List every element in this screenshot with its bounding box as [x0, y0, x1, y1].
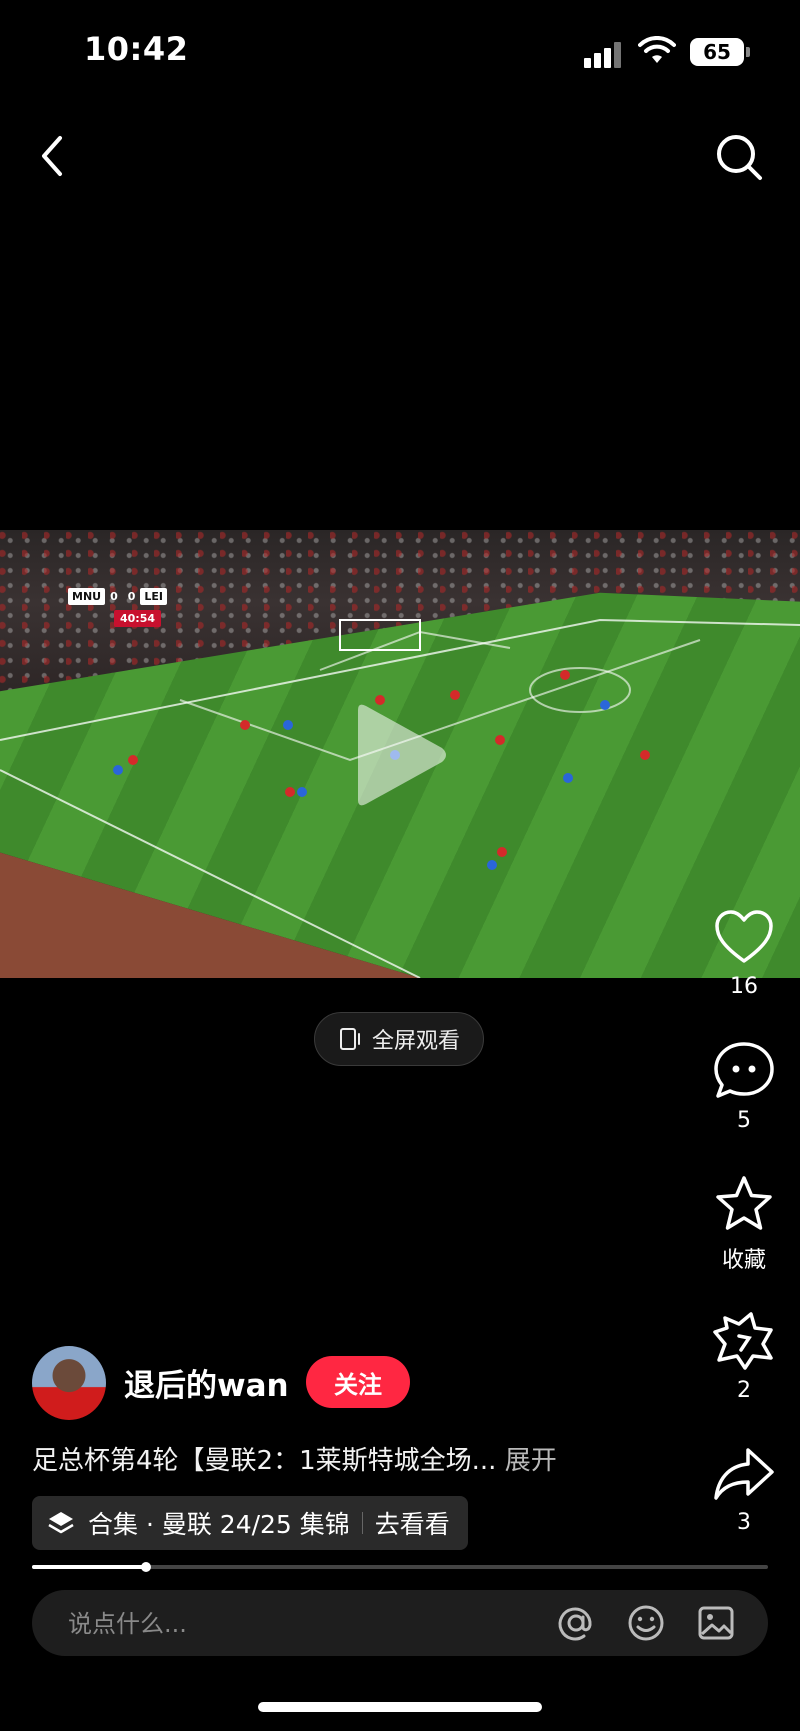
expand-link[interactable]: 展开 [505, 1446, 557, 1476]
status-time: 10:42 [84, 30, 189, 68]
battery-indicator: 65 [690, 38, 750, 66]
emoji-icon[interactable] [626, 1603, 666, 1643]
share-button[interactable]: 3 [700, 1444, 788, 1535]
scoreboard-clock: 40:54 [114, 610, 162, 627]
collection-cta[interactable]: 去看看 [375, 1505, 450, 1541]
author-name[interactable]: 退后的wan [124, 1360, 289, 1405]
comment-button[interactable]: 5 [700, 1040, 788, 1133]
video-progress[interactable] [32, 1562, 768, 1572]
gift-icon [713, 1312, 773, 1370]
video-description[interactable]: 足总杯第4轮【曼联2：1莱斯特城全场... 展开 [32, 1440, 557, 1477]
comment-bar [32, 1590, 768, 1658]
scoreboard: MNU 0 0 LEI 40:54 [68, 586, 168, 627]
gift-count: 2 [737, 1378, 751, 1403]
layers-icon [48, 1512, 74, 1534]
collect-button[interactable]: 收藏 [700, 1174, 788, 1274]
home-indicator[interactable] [258, 1702, 542, 1712]
video-player[interactable]: MNU 0 0 LEI 40:54 [0, 530, 800, 978]
fullscreen-label: 全屏观看 [371, 1029, 460, 1054]
collection-divider [361, 1512, 363, 1534]
progress-fill [32, 1565, 146, 1569]
fullscreen-icon [339, 1028, 360, 1050]
share-icon [714, 1448, 774, 1500]
scoreboard-away: LEI [140, 587, 168, 605]
at-icon[interactable] [556, 1603, 596, 1643]
avatar[interactable] [32, 1346, 106, 1420]
collection-label: 合集 · 曼联 24/25 集锦 [88, 1510, 350, 1539]
gift-button[interactable]: 2 [700, 1310, 788, 1403]
scoreboard-home-score: 0 [110, 589, 118, 603]
comment-count: 5 [737, 1108, 751, 1133]
follow-button[interactable]: 关注 [306, 1356, 410, 1408]
like-count: 16 [730, 974, 758, 999]
play-icon[interactable] [346, 700, 456, 810]
star-icon [716, 1176, 772, 1230]
comment-input[interactable] [66, 1590, 490, 1658]
heart-icon [715, 910, 773, 963]
comment-icon [714, 1042, 774, 1098]
search-icon[interactable] [712, 130, 766, 184]
description-text: 足总杯第4轮【曼联2：1莱斯特城全场... [32, 1446, 497, 1476]
collect-label: 收藏 [721, 1248, 766, 1273]
scoreboard-home: MNU [68, 587, 106, 605]
progress-knob[interactable] [141, 1562, 151, 1572]
fullscreen-button[interactable]: 全屏观看 [314, 1012, 484, 1066]
collection-chip[interactable]: 合集 · 曼联 24/25 集锦 去看看 [32, 1496, 468, 1550]
signal-icon [584, 42, 624, 68]
image-icon[interactable] [696, 1603, 736, 1643]
like-button[interactable]: 16 [700, 908, 788, 999]
share-count: 3 [737, 1510, 751, 1535]
wifi-icon [638, 36, 676, 63]
back-icon[interactable] [30, 128, 74, 184]
scoreboard-away-score: 0 [127, 589, 136, 603]
